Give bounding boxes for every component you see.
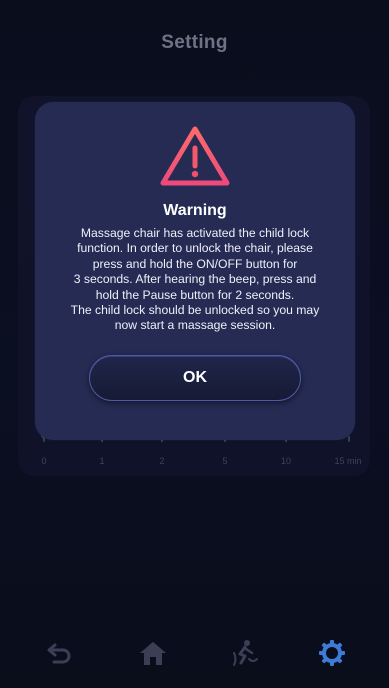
dialog-message-line: The child lock should be unlocked so you… [70,303,320,318]
dialog-message-line: now start a massage session. [114,318,276,333]
dialog-message-line: 3 seconds. After hearing the beep, press… [73,272,317,287]
dialog-message: Massage chair has activated the child lo… [51,226,339,334]
timer-label: 10 [280,456,292,466]
warning-icon [160,126,230,186]
nav-settings-button[interactable] [316,638,348,668]
dialog-message-line: press and hold the ON/OFF button for [92,256,298,271]
child-lock-warning-dialog: Warning Massage chair has activated the … [35,102,355,440]
dialog-title: Warning [163,202,227,219]
nav-home-button[interactable] [137,638,169,668]
dialog-message-line: function. In order to unlock the chair, … [77,241,313,256]
back-icon [47,643,71,664]
timer-label: 1 [99,456,105,466]
app-screen: Setting 0 1 2 5 10 15 min Warning Massag… [0,0,389,688]
timer-label: 0 [41,456,47,466]
home-icon [140,642,166,665]
timer-label: 5 [222,456,228,466]
nav-back-button[interactable] [44,638,76,668]
timer-tick [348,436,350,442]
page-title: Setting [161,32,228,53]
gear-icon [319,640,345,666]
dialog-message-line: Massage chair has activated the child lo… [80,226,310,240]
dialog-message-line: hold the Pause button for 2 seconds. [95,287,295,302]
timer-label: 15 min [334,456,362,466]
massage-icon [233,640,258,666]
nav-massage-button[interactable] [228,638,260,668]
timer-label: 2 [159,456,165,466]
bottom-nav [0,630,389,676]
ok-button[interactable]: OK [89,355,301,401]
